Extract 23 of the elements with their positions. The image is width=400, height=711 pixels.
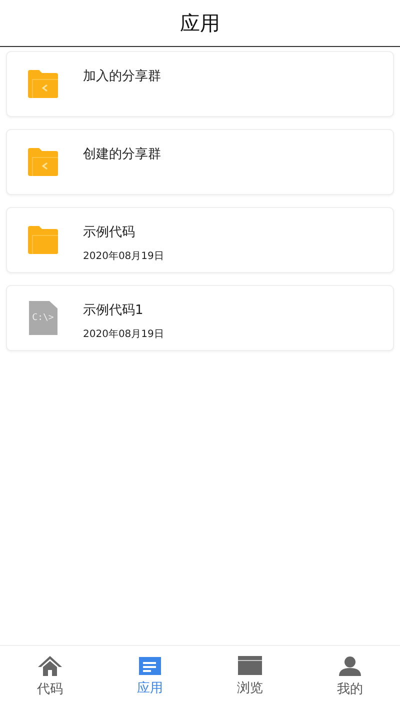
- item-date: 2020年08月19日: [83, 328, 164, 341]
- folder-icon: [28, 226, 58, 254]
- list-icon: [139, 656, 161, 674]
- list-item-card[interactable]: 示例代码 2020年08月19日: [6, 207, 394, 273]
- browser-window-icon: [238, 656, 262, 675]
- shared-folder-icon: [28, 70, 58, 98]
- list-item-card[interactable]: 加入的分享群: [6, 51, 394, 117]
- nav-tab[interactable]: 代码: [0, 646, 100, 711]
- home-icon: [38, 656, 62, 676]
- nav-tab[interactable]: 浏览: [200, 646, 300, 711]
- item-name: 示例代码1: [83, 302, 144, 319]
- code-file-icon: C:\>: [28, 301, 58, 335]
- item-name: 创建的分享群: [83, 146, 161, 163]
- nav-tab[interactable]: 应用: [100, 646, 200, 711]
- item-date: 2020年08月19日: [83, 250, 164, 263]
- list-item-card[interactable]: 创建的分享群: [6, 129, 394, 195]
- list-item-card[interactable]: C:\> 示例代码1 2020年08月19日: [6, 285, 394, 351]
- item-name: 示例代码: [83, 224, 136, 241]
- user-icon: [339, 656, 361, 676]
- item-name: 加入的分享群: [83, 68, 161, 85]
- page-title: 应用: [180, 10, 220, 36]
- nav-tab[interactable]: 我的: [300, 646, 400, 711]
- shared-folder-icon: [28, 148, 58, 176]
